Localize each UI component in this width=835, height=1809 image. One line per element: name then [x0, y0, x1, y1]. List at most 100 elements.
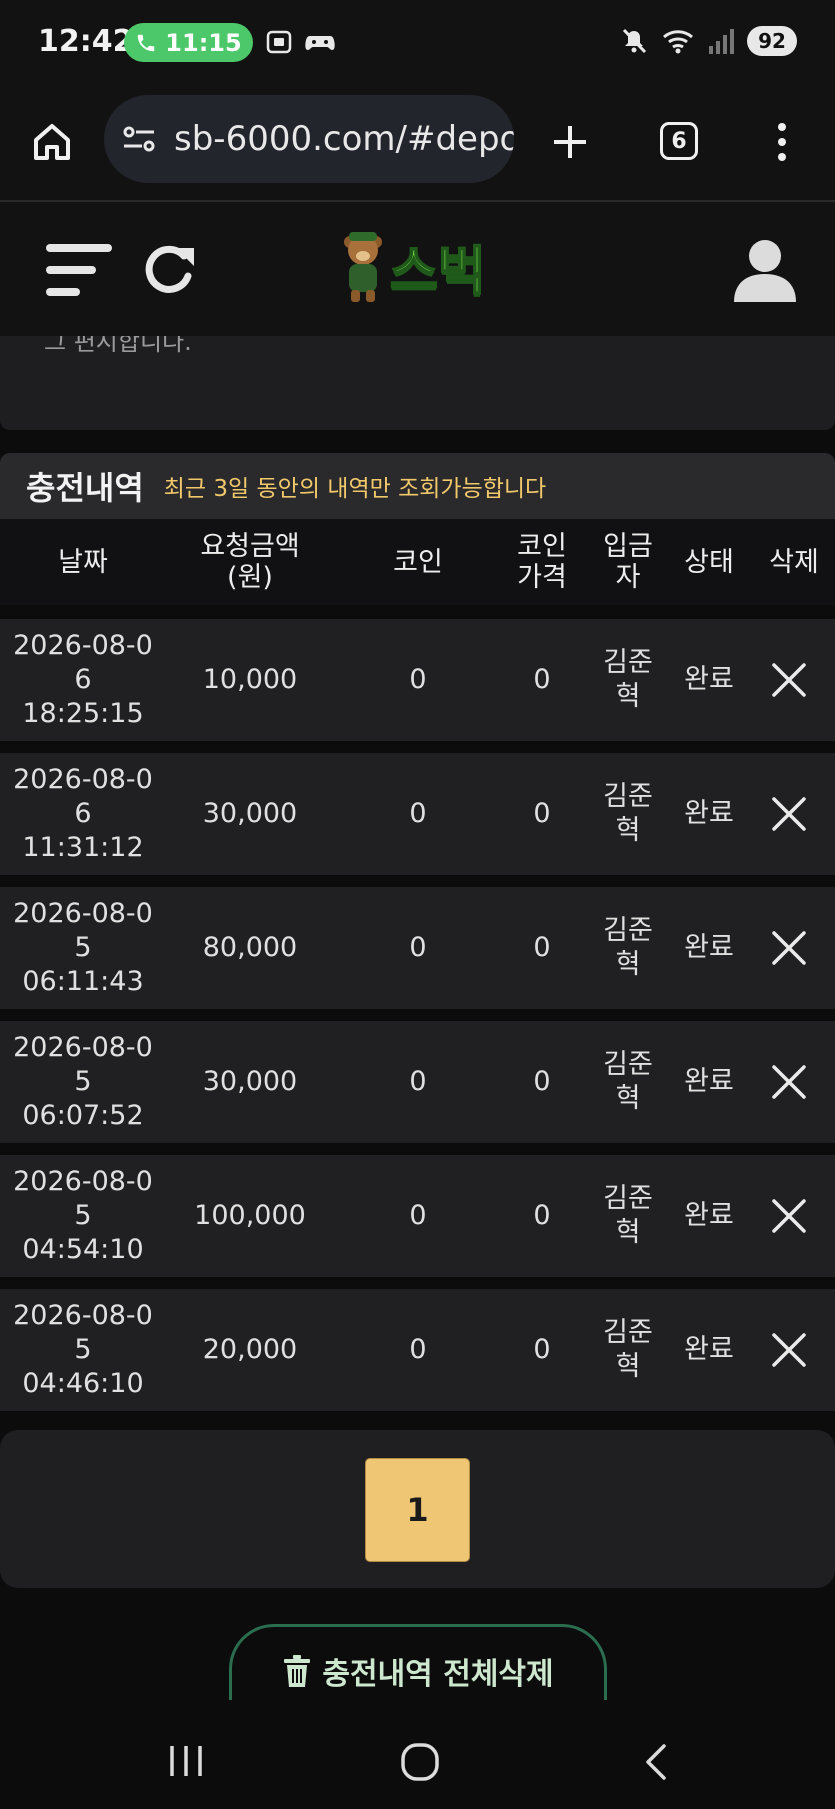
system-navigation-bar — [0, 1700, 835, 1809]
time-text: 04:54:10 — [22, 1234, 144, 1265]
date-text: 2026-08-05 — [13, 1166, 153, 1231]
column-header-delete: 삭제 — [769, 546, 819, 578]
logo-text: 스벅 — [389, 241, 487, 303]
coin-cell: 0 — [409, 932, 427, 963]
amount-cell: 20,000 — [202, 1334, 298, 1365]
address-bar[interactable]: sb-6000.com/#depo — [104, 95, 514, 183]
date-text: 2026-08-05 — [13, 1032, 153, 1097]
game-controller-icon — [305, 36, 335, 50]
date-cell: 2026-08-06 11:31:12 — [0, 753, 166, 875]
table-header: 날짜 요청금액 (원) 코인 코인 가격 입금 자 상태 삭제 — [0, 519, 835, 605]
amount-cell: 10,000 — [202, 664, 298, 695]
battery-indicator: 92 — [747, 26, 797, 56]
coin-price-cell: 0 — [533, 1334, 551, 1365]
column-header-date: 날짜 — [58, 546, 108, 578]
call-indicator[interactable]: 11:15 — [124, 23, 253, 62]
date-cell: 2026-08-05 06:11:43 — [0, 887, 166, 1009]
depositor-text: 김준혁 — [603, 1049, 653, 1114]
date-text: 2026-08-06 — [13, 764, 153, 829]
coin-cell: 0 — [409, 798, 427, 829]
status-cell: 완료 — [684, 1200, 734, 1231]
depositor-cell: 김준혁 — [594, 619, 662, 741]
table-row: 2026-08-05 06:11:43 80,000 0 0 김준혁 완료 — [0, 887, 835, 1009]
more-icon[interactable] — [770, 120, 794, 164]
date-text: 2026-08-05 — [13, 898, 153, 963]
amount-cell: 30,000 — [202, 798, 298, 829]
depositor-text: 김준혁 — [603, 647, 653, 712]
home-icon[interactable] — [30, 120, 74, 164]
section-title: 충전내역 — [26, 469, 144, 507]
screenshot-icon — [266, 30, 292, 54]
date-text: 2026-08-05 — [13, 1300, 153, 1365]
recent-apps-icon[interactable] — [168, 1744, 204, 1778]
coin-cell: 0 — [409, 1334, 427, 1365]
amount-cell: 80,000 — [202, 932, 298, 963]
delete-row-icon[interactable] — [769, 1330, 809, 1370]
table-row: 2026-08-05 04:46:10 20,000 0 0 김준혁 완료 — [0, 1289, 835, 1411]
date-cell: 2026-08-05 04:46:10 — [0, 1289, 166, 1411]
column-header-status: 상태 — [684, 546, 734, 578]
site-settings-icon[interactable] — [122, 124, 156, 154]
amount-cell: 100,000 — [194, 1200, 306, 1231]
depositor-cell: 김준혁 — [594, 753, 662, 875]
delete-row-icon[interactable] — [769, 660, 809, 700]
column-header-coin-price: 코인 가격 — [517, 531, 567, 593]
deposit-history-header: 충전내역 최근 3일 동안의 내역만 조회가능합니다 — [0, 453, 835, 519]
time-text: 06:11:43 — [22, 966, 144, 997]
date-cell: 2026-08-05 04:54:10 — [0, 1155, 166, 1277]
coin-cell: 0 — [409, 1200, 427, 1231]
delete-row-icon[interactable] — [769, 1062, 809, 1102]
section-note: 최근 3일 동안의 내역만 조회가능합니다 — [163, 476, 547, 502]
home-button-icon[interactable] — [400, 1742, 440, 1782]
status-cell: 완료 — [684, 798, 734, 829]
coin-price-cell: 0 — [533, 1066, 551, 1097]
status-cell: 완료 — [684, 1334, 734, 1365]
trash-icon — [284, 1654, 311, 1687]
mute-icon — [622, 28, 647, 54]
menu-icon[interactable] — [46, 242, 114, 300]
refresh-icon[interactable] — [142, 240, 200, 300]
url-text: sb-6000.com/#depo — [174, 119, 514, 159]
previous-panel: 그 편시합니다. — [0, 336, 835, 430]
user-icon[interactable] — [732, 238, 798, 302]
depositor-text: 김준혁 — [603, 1317, 653, 1382]
depositor-cell: 김준혁 — [594, 887, 662, 1009]
coin-price-cell: 0 — [533, 1200, 551, 1231]
status-cell: 완료 — [684, 664, 734, 695]
status-time: 12:42 — [38, 24, 134, 59]
coin-price-cell: 0 — [533, 664, 551, 695]
delete-all-label: 충전내역 전체삭제 — [322, 1656, 554, 1692]
coin-cell: 0 — [409, 664, 427, 695]
column-header-amount: 요청금액 (원) — [200, 531, 300, 593]
tabs-button[interactable]: 6 — [660, 122, 698, 160]
coin-price-cell: 0 — [533, 798, 551, 829]
phone-icon — [138, 34, 155, 51]
delete-row-icon[interactable] — [769, 794, 809, 834]
column-header-coin: 코인 — [393, 546, 443, 578]
time-text: 06:07:52 — [22, 1100, 144, 1131]
status-cell: 완료 — [684, 932, 734, 963]
depositor-cell: 김준혁 — [594, 1155, 662, 1277]
time-text: 11:31:12 — [22, 832, 144, 863]
depositor-cell: 김준혁 — [594, 1021, 662, 1143]
tab-count: 6 — [671, 128, 687, 154]
wifi-icon — [663, 30, 693, 54]
depositor-text: 김준혁 — [603, 915, 653, 980]
delete-row-icon[interactable] — [769, 928, 809, 968]
depositor-cell: 김준혁 — [594, 1289, 662, 1411]
previous-panel-text: 그 편시합니다. — [44, 336, 192, 356]
date-cell: 2026-08-06 18:25:15 — [0, 619, 166, 741]
time-text: 04:46:10 — [22, 1368, 144, 1399]
new-tab-icon[interactable] — [550, 122, 590, 162]
delete-row-icon[interactable] — [769, 1196, 809, 1236]
page-button-1[interactable]: 1 — [365, 1458, 470, 1562]
table-row: 2026-08-05 06:07:52 30,000 0 0 김준혁 완료 — [0, 1021, 835, 1143]
time-text: 18:25:15 — [22, 698, 144, 729]
back-icon[interactable] — [640, 1742, 670, 1782]
bear-mascot-icon — [344, 232, 382, 302]
table-row: 2026-08-05 04:54:10 100,000 0 0 김준혁 완료 — [0, 1155, 835, 1277]
table-row: 2026-08-06 18:25:15 10,000 0 0 김준혁 완료 — [0, 619, 835, 741]
depositor-text: 김준혁 — [603, 781, 653, 846]
site-logo[interactable]: 스벅 — [340, 224, 500, 308]
call-timer: 11:15 — [165, 28, 242, 57]
